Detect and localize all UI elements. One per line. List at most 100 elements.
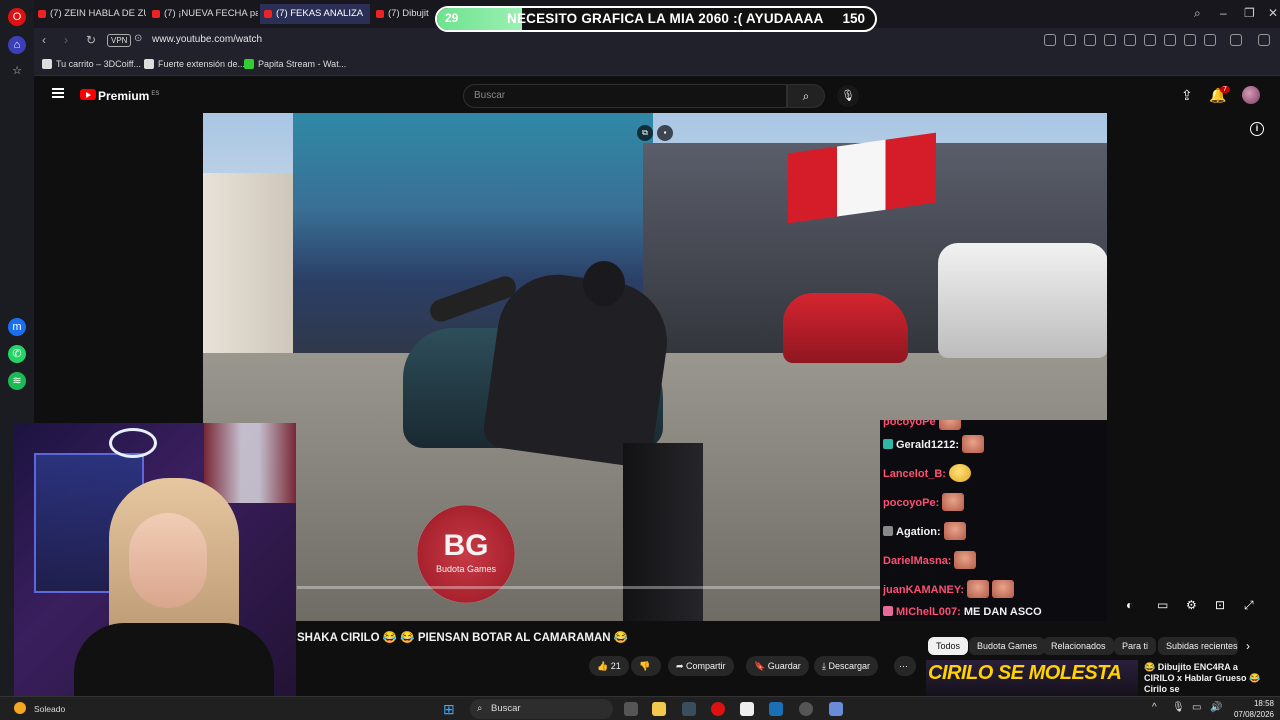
search-button[interactable]: ⌕ <box>787 84 825 108</box>
more-actions-button[interactable]: ⋯ <box>894 656 916 676</box>
chip-para-ti[interactable]: Para ti <box>1114 637 1157 655</box>
recommendation-title[interactable]: 😂 Dibujito ENC4RA a CIRILO x Hablar Grue… <box>1144 662 1262 695</box>
maximize-icon[interactable]: ❐ <box>1244 6 1255 20</box>
reload-icon[interactable]: ↻ <box>86 33 96 47</box>
video-top-icons: ⧉ ▪ <box>637 122 677 141</box>
windows-taskbar: Soleado ⊞ ⌕ Buscar ^ 🎙 ▭ 🔊 18:58 07/08/20… <box>0 696 1280 720</box>
tab-fekas-analiza[interactable]: (7) FEKAS ANALIZA <box>260 4 370 24</box>
streamer-webcam <box>14 423 296 708</box>
tab-nueva-fecha[interactable]: (7) ¡NUEVA FECHA par <box>148 4 258 24</box>
video-title: SHAKA CIRILO 😂 😂 PIENSAN BOTAR AL CAMARA… <box>297 632 629 644</box>
chat-message: Lancelot_B: <box>883 464 971 486</box>
chip-subidas-recientes[interactable]: Subidas recientes <box>1158 637 1238 655</box>
vpn-badge[interactable]: VPN <box>107 34 132 47</box>
stream-goal-bar: 29 NECESITO GRAFICA LA MIA 2060 :( AYUDA… <box>435 6 877 32</box>
goal-max: 150 <box>842 11 865 26</box>
app-icon[interactable] <box>682 702 696 716</box>
recommendation-thumbnail[interactable]: CIRILO SE MOLESTA <box>926 660 1138 696</box>
search-tabs-icon[interactable]: ⌕ <box>1194 6 1201 21</box>
document-icon[interactable] <box>740 702 754 716</box>
chevron-right-icon[interactable]: › <box>1246 639 1250 653</box>
home-icon[interactable]: ⌂ <box>8 36 26 54</box>
youtube-logo-icon[interactable] <box>80 89 96 100</box>
chip-budota-games[interactable]: Budota Games <box>969 637 1046 655</box>
heart-icon[interactable] <box>1144 34 1156 46</box>
back-icon[interactable]: ‹ <box>42 33 46 47</box>
mic-tray-icon[interactable]: 🎙 <box>1172 702 1185 713</box>
menu-icon[interactable] <box>1184 34 1196 46</box>
camera-icon[interactable]: ▪ <box>657 125 673 141</box>
task-view-icon[interactable] <box>624 702 638 716</box>
camera-icon[interactable] <box>1084 34 1096 46</box>
chat-message: pocoyoPe: <box>883 493 965 515</box>
taskbar-search[interactable]: ⌕ Buscar <box>470 699 613 719</box>
aria-icon[interactable] <box>1258 34 1270 46</box>
obs-icon[interactable] <box>799 702 813 716</box>
forward-icon[interactable]: › <box>64 33 68 47</box>
miniplayer-icon[interactable]: ⊡ <box>1215 598 1225 612</box>
network-icon[interactable]: ▭ <box>1192 702 1201 713</box>
tray-chevron-icon[interactable]: ^ <box>1152 702 1157 713</box>
opera-icon[interactable] <box>711 702 725 716</box>
bookmark-3dcoiff[interactable]: Tu carrito – 3DCoiff... <box>42 59 141 69</box>
info-icon[interactable]: i <box>1250 122 1264 136</box>
site-info-icon[interactable]: ⊙ <box>134 33 142 44</box>
screen: O ⌂ ☆ m ✆ ≋ (7) ZEIN HABLA DE ZULLY (7) … <box>0 0 1280 720</box>
subtitles-icon[interactable]: ▭ <box>1157 598 1168 612</box>
windows-start-icon[interactable]: ⊞ <box>443 701 455 718</box>
tab-zein[interactable]: (7) ZEIN HABLA DE ZULLY <box>34 4 146 24</box>
minimize-icon[interactable]: – <box>1220 6 1227 20</box>
chip-relacionados[interactable]: Relacionados <box>1043 637 1114 655</box>
close-icon[interactable]: ✕ <box>1268 6 1278 20</box>
notification-badge: 7 <box>1220 86 1230 93</box>
upload-icon[interactable]: ⇪ <box>1181 87 1193 104</box>
copy-icon[interactable]: ⧉ <box>637 125 653 141</box>
chat-message: DarielMasna: <box>883 551 977 573</box>
volume-icon[interactable]: 🔊 <box>1210 702 1222 713</box>
star-icon[interactable]: ☆ <box>8 62 26 80</box>
chat-message: pocoyoPe <box>883 420 961 434</box>
edit-icon[interactable] <box>1064 34 1076 46</box>
spotify-icon[interactable]: ≋ <box>8 372 26 390</box>
extensions-icon[interactable] <box>1230 34 1242 46</box>
bookmark-fuerte-extension[interactable]: Fuerte extensión de... <box>144 59 245 69</box>
messenger-icon[interactable]: m <box>8 318 26 336</box>
bookmark-papita-stream[interactable]: Papita Stream - Wat... <box>244 59 346 69</box>
youtube-premium-logo[interactable]: Premium ES <box>98 89 159 103</box>
url-field[interactable]: www.youtube.com/watch <box>152 34 262 45</box>
download-button[interactable]: ⤓ Descargar <box>814 656 878 676</box>
profile-icon[interactable] <box>1204 34 1216 46</box>
settings-gear-icon[interactable]: ⚙ <box>1186 598 1197 612</box>
search-icon[interactable] <box>1044 34 1056 46</box>
download-icon[interactable] <box>1164 34 1176 46</box>
search-input[interactable]: Buscar <box>463 84 787 108</box>
weather-text[interactable]: Soleado <box>34 704 65 714</box>
fullscreen-icon[interactable]: ⤢ <box>1244 598 1254 613</box>
settings-app-icon[interactable] <box>829 702 843 716</box>
search-icon: ⌕ <box>477 703 483 714</box>
chat-message: MIChelL007: ME DAN ASCO <box>883 606 1042 621</box>
sun-icon <box>14 702 26 714</box>
dislike-button[interactable]: 👎 <box>631 656 661 676</box>
like-button[interactable]: 👍 21 <box>589 656 629 676</box>
chip-todos[interactable]: Todos <box>928 637 969 655</box>
microphone-icon[interactable]: 🎙 <box>837 85 859 107</box>
goal-current: 29 <box>445 11 459 25</box>
shield-icon[interactable] <box>1104 34 1116 46</box>
autoplay-toggle-icon[interactable]: ◐ <box>1126 598 1133 612</box>
tab-dibujito[interactable]: (7) Dibujit <box>372 4 436 24</box>
goal-text: NECESITO GRAFICA LA MIA 2060 :( AYUDAAAA <box>507 11 824 26</box>
chat-message: juanKAMANEY: <box>883 580 1015 602</box>
file-explorer-icon[interactable] <box>652 702 666 716</box>
save-button[interactable]: 🔖 Guardar <box>746 656 809 676</box>
avatar[interactable] <box>1242 86 1260 104</box>
badge-icon <box>883 606 893 616</box>
whatsapp-icon[interactable]: ✆ <box>8 345 26 363</box>
share-button[interactable]: ➦ Compartir <box>668 656 734 676</box>
video-progress-bar[interactable] <box>297 586 881 589</box>
steam-icon[interactable] <box>769 702 783 716</box>
hamburger-menu-icon[interactable] <box>52 88 64 98</box>
opera-logo-icon[interactable]: O <box>8 8 26 26</box>
taskbar-clock[interactable]: 18:58 07/08/2026 <box>1230 698 1274 720</box>
play-icon[interactable] <box>1124 34 1136 46</box>
